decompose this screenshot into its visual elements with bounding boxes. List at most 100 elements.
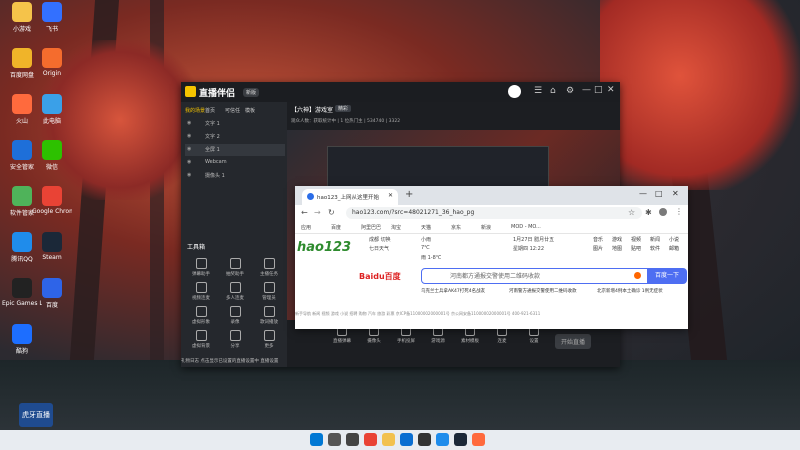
tool-button[interactable]: 弹幕助手 <box>185 258 217 280</box>
weather-widget[interactable]: 成都 切换 七日天气 小雨 7℃ 雨 1-8℃ <box>369 236 479 261</box>
bottom-tool-label: 设置 <box>529 339 539 344</box>
bookmark-item[interactable]: 淘宝 <box>391 224 401 231</box>
bookmark-item[interactable]: 天猫 <box>421 224 431 231</box>
desktop-icon[interactable]: 飞书 <box>32 2 72 33</box>
quick-link[interactable]: 邮箱 <box>669 245 679 252</box>
obs-icon[interactable] <box>418 433 431 446</box>
sidebar-tab[interactable]: 可信任 <box>225 107 240 114</box>
windows-start-icon[interactable] <box>310 433 323 446</box>
room-info: 观众人数：获取统计中 | 1 位热门主 | 534740 | 3322 <box>291 119 401 124</box>
bottom-tool-label: 摄像头 <box>367 339 381 344</box>
lock-icon[interactable]: ⌂ <box>550 86 556 96</box>
hot-search-item[interactable]: 乌克兰士兵拿AK47打死4名战友 <box>421 288 485 294</box>
quick-link[interactable]: 小说 <box>669 236 679 243</box>
tool-label: 多人连麦 <box>226 296 244 301</box>
app-icon <box>42 232 62 252</box>
hot-search-item[interactable]: 北京新增4例本土确诊 1例无症状 <box>597 288 663 294</box>
chrome-icon[interactable] <box>364 433 377 446</box>
chrome-menu-icon[interactable]: ⋮ <box>675 207 683 216</box>
qq-icon[interactable] <box>436 433 449 446</box>
quick-link[interactable]: 游戏 <box>612 236 622 243</box>
start-live-button[interactable]: 开始直播 <box>555 334 592 349</box>
eye-icon[interactable]: ◉ <box>187 133 191 139</box>
quick-link[interactable]: 音乐 <box>593 236 603 243</box>
menu-icon[interactable]: ☰ <box>534 86 542 96</box>
forward-icon[interactable]: → <box>314 208 321 217</box>
search-button[interactable]: 百度一下 <box>647 268 687 284</box>
scene-item[interactable]: ◉ 文字 1 <box>185 118 285 130</box>
scene-item[interactable]: ◉ Webcam <box>185 157 285 169</box>
hot-search-item[interactable]: 河南警方通报交警使用二维码收款 <box>509 288 577 294</box>
steam-icon[interactable] <box>454 433 467 446</box>
quick-link[interactable]: 新闻 <box>650 236 660 243</box>
desktop-icon[interactable]: 微信 <box>32 140 72 171</box>
browser-tab[interactable]: hao123_上网从这里开始 ✕ <box>302 189 398 205</box>
sidebar-tab[interactable]: 我的场景 <box>185 107 205 114</box>
tool-button[interactable]: 视频连麦 <box>185 282 217 304</box>
bookmark-item[interactable]: 京东 <box>451 224 461 231</box>
quick-link[interactable]: 图片 <box>593 245 603 252</box>
eye-icon[interactable]: ◉ <box>187 159 191 165</box>
desktop-icon[interactable]: 此电脑 <box>32 94 72 125</box>
tool-button[interactable]: 主播任务 <box>253 258 285 280</box>
store-icon[interactable] <box>400 433 413 446</box>
extensions-icon[interactable]: ✱ <box>645 208 652 217</box>
profile-icon[interactable] <box>659 208 667 216</box>
search-icon[interactable] <box>328 433 341 446</box>
minimize-button[interactable]: — <box>582 85 591 95</box>
quick-link[interactable]: 软件 <box>650 245 660 252</box>
room-tag[interactable]: 精彩 <box>335 105 352 112</box>
window-minimize-button[interactable]: — <box>639 189 647 198</box>
desktop-icon[interactable]: 百度 <box>32 278 72 309</box>
bookmark-item[interactable]: MOD - MO... <box>511 224 541 230</box>
tool-button[interactable]: 分享 <box>219 330 251 352</box>
scene-item[interactable]: ◉ 全屏 1 <box>185 144 285 156</box>
tool-button[interactable]: 虚拟形象 <box>185 306 217 328</box>
settings-icon[interactable]: ⚙ <box>566 86 574 96</box>
bookmark-item[interactable]: 新浪 <box>481 224 491 231</box>
tab-close-icon[interactable]: ✕ <box>388 192 393 199</box>
tool-button[interactable]: 虚拟背景 <box>185 330 217 352</box>
maximize-button[interactable]: □ <box>594 85 603 95</box>
tool-button[interactable]: 抽奖助手 <box>219 258 251 280</box>
live-icon[interactable] <box>472 433 485 446</box>
star-icon[interactable]: ☆ <box>628 208 635 217</box>
version-badge[interactable]: 新版 <box>243 88 260 97</box>
address-bar[interactable]: hao123.com/?src=48021271_36_hao_pg <box>346 207 642 219</box>
sidebar-tab[interactable]: 首页 <box>205 107 215 114</box>
hao123-logo[interactable]: hao123 <box>297 240 351 255</box>
scene-item[interactable]: ◉ 文字 2 <box>185 131 285 143</box>
new-tab-button[interactable]: + <box>405 189 413 200</box>
quick-link[interactable]: 地图 <box>612 245 622 252</box>
quick-link[interactable]: 贴吧 <box>631 245 641 252</box>
back-icon[interactable]: ← <box>301 208 308 217</box>
window-maximize-button[interactable]: □ <box>655 189 663 198</box>
eye-icon[interactable]: ◉ <box>187 146 191 152</box>
eye-icon[interactable]: ◉ <box>187 172 191 178</box>
close-button[interactable]: ✕ <box>607 85 615 95</box>
bookmark-item[interactable]: 应用 <box>301 224 311 231</box>
desktop-icon[interactable]: Google Chrome <box>32 186 72 215</box>
window-close-button[interactable]: ✕ <box>672 189 679 198</box>
tool-button[interactable]: 歌词播放 <box>253 306 285 328</box>
desktop-icon[interactable]: 酷狗 <box>2 324 42 355</box>
tool-button[interactable]: 录像 <box>219 306 251 328</box>
task-view-icon[interactable] <box>346 433 359 446</box>
desktop-icon[interactable]: Steam <box>32 232 72 261</box>
files-icon[interactable] <box>382 433 395 446</box>
tool-button[interactable]: 更多 <box>253 330 285 352</box>
eye-icon[interactable]: ◉ <box>187 120 191 126</box>
tool-button[interactable]: 管理员 <box>253 282 285 304</box>
sidebar-tab[interactable]: 模板 <box>245 107 255 114</box>
bookmark-item[interactable]: 百度 <box>331 224 341 231</box>
quick-link[interactable]: 视频 <box>631 236 641 243</box>
autumn-foliage <box>600 0 800 190</box>
scene-item[interactable]: ◉ 摄像头 1 <box>185 170 285 182</box>
user-avatar[interactable] <box>508 85 521 98</box>
search-input[interactable]: 河南都方通报交警使用二维码收款 <box>450 271 540 280</box>
desktop-icon[interactable]: Origin <box>32 48 72 77</box>
bookmark-item[interactable]: 阿里巴巴 <box>361 224 381 231</box>
tool-button[interactable]: 多人连麦 <box>219 282 251 304</box>
search-box[interactable]: 河南都方通报交警使用二维码收款 <box>421 268 649 284</box>
reload-icon[interactable]: ↻ <box>328 208 335 217</box>
